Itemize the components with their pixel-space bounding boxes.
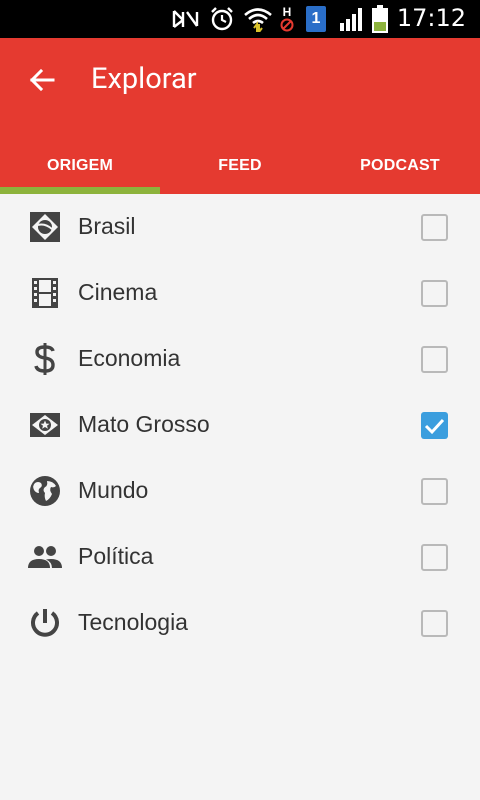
tab-label: PODCAST xyxy=(360,157,440,174)
list-item-tecnologia[interactable]: Tecnologia xyxy=(0,590,480,656)
status-time: 17:12 xyxy=(396,4,466,32)
arrow-left-icon xyxy=(29,68,55,92)
list-item-politica[interactable]: Política xyxy=(0,524,480,590)
tab-feed[interactable]: FEED xyxy=(160,138,320,194)
status-bar: H 1 17:12 xyxy=(0,0,480,38)
checkbox[interactable] xyxy=(421,346,448,373)
checkbox[interactable] xyxy=(421,610,448,637)
tab-label: FEED xyxy=(218,157,262,174)
tab-indicator xyxy=(0,187,160,194)
list-item-label: Economia xyxy=(78,345,181,371)
brazil-flag-icon xyxy=(28,210,62,244)
mato-grosso-flag-icon xyxy=(28,408,62,442)
list-item-label: Tecnologia xyxy=(78,609,188,635)
list-item-label: Cinema xyxy=(78,279,158,305)
checkbox[interactable] xyxy=(421,214,448,241)
notification-1-icon: 1 xyxy=(305,5,327,33)
film-icon xyxy=(28,276,62,310)
power-icon xyxy=(28,606,62,640)
origin-list: Brasil Cinema Economia Mato Grosso Mundo… xyxy=(0,194,480,656)
list-item-label: Política xyxy=(78,543,154,569)
checkbox-checked[interactable] xyxy=(421,412,448,439)
people-icon xyxy=(28,540,62,574)
wifi-icon xyxy=(242,5,274,33)
checkbox[interactable] xyxy=(421,544,448,571)
back-button[interactable] xyxy=(22,60,62,100)
tab-origem[interactable]: ORIGEM xyxy=(0,138,160,194)
globe-icon xyxy=(28,474,62,508)
tab-podcast[interactable]: PODCAST xyxy=(320,138,480,194)
list-item-mato-grosso[interactable]: Mato Grosso xyxy=(0,392,480,458)
list-item-label: Brasil xyxy=(78,213,136,239)
checkbox[interactable] xyxy=(421,478,448,505)
checkbox[interactable] xyxy=(421,280,448,307)
tab-label: ORIGEM xyxy=(46,157,114,174)
list-item-cinema[interactable]: Cinema xyxy=(0,260,480,326)
tab-bar: ORIGEM FEED PODCAST xyxy=(0,138,480,194)
checkmark-icon xyxy=(424,418,445,435)
list-item-economia[interactable]: Economia xyxy=(0,326,480,392)
nfc-icon xyxy=(170,5,200,33)
alarm-icon xyxy=(207,5,237,33)
list-item-brasil[interactable]: Brasil xyxy=(0,194,480,260)
dollar-icon xyxy=(28,342,62,376)
battery-icon xyxy=(370,5,390,33)
list-item-label: Mundo xyxy=(78,477,149,503)
list-item-mundo[interactable]: Mundo xyxy=(0,458,480,524)
list-item-label: Mato Grosso xyxy=(78,411,210,437)
signal-icon xyxy=(338,5,366,33)
app-bar: Explorar ORIGEM FEED PODCAST xyxy=(0,38,480,194)
h-signal-icon: H xyxy=(278,5,296,33)
page-title: Explorar xyxy=(91,62,197,96)
